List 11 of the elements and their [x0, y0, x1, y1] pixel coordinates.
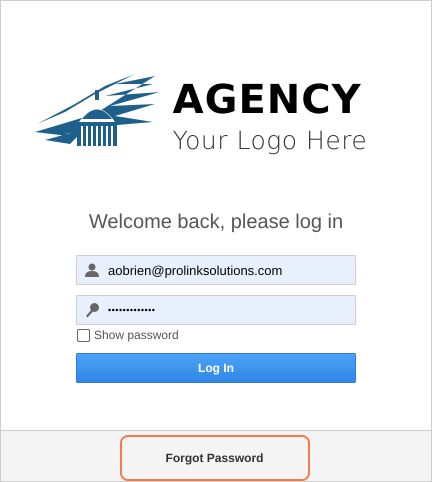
key-icon: [84, 302, 100, 318]
logo-tagline: Your Logo Here: [172, 126, 368, 155]
person-icon: [84, 262, 100, 278]
logo-name: AGENCY: [172, 78, 363, 122]
password-field[interactable]: •••••••••••••: [76, 295, 356, 325]
welcome-heading: Welcome back, please log in: [88, 211, 344, 234]
forgot-password-link[interactable]: Forgot Password: [120, 435, 310, 481]
show-password-label: Show password: [94, 328, 179, 342]
show-password-checkbox[interactable]: [77, 328, 90, 342]
email-field[interactable]: aobrien@prolinksolutions.com: [76, 255, 356, 285]
capitol-logo-icon: [34, 74, 159, 146]
